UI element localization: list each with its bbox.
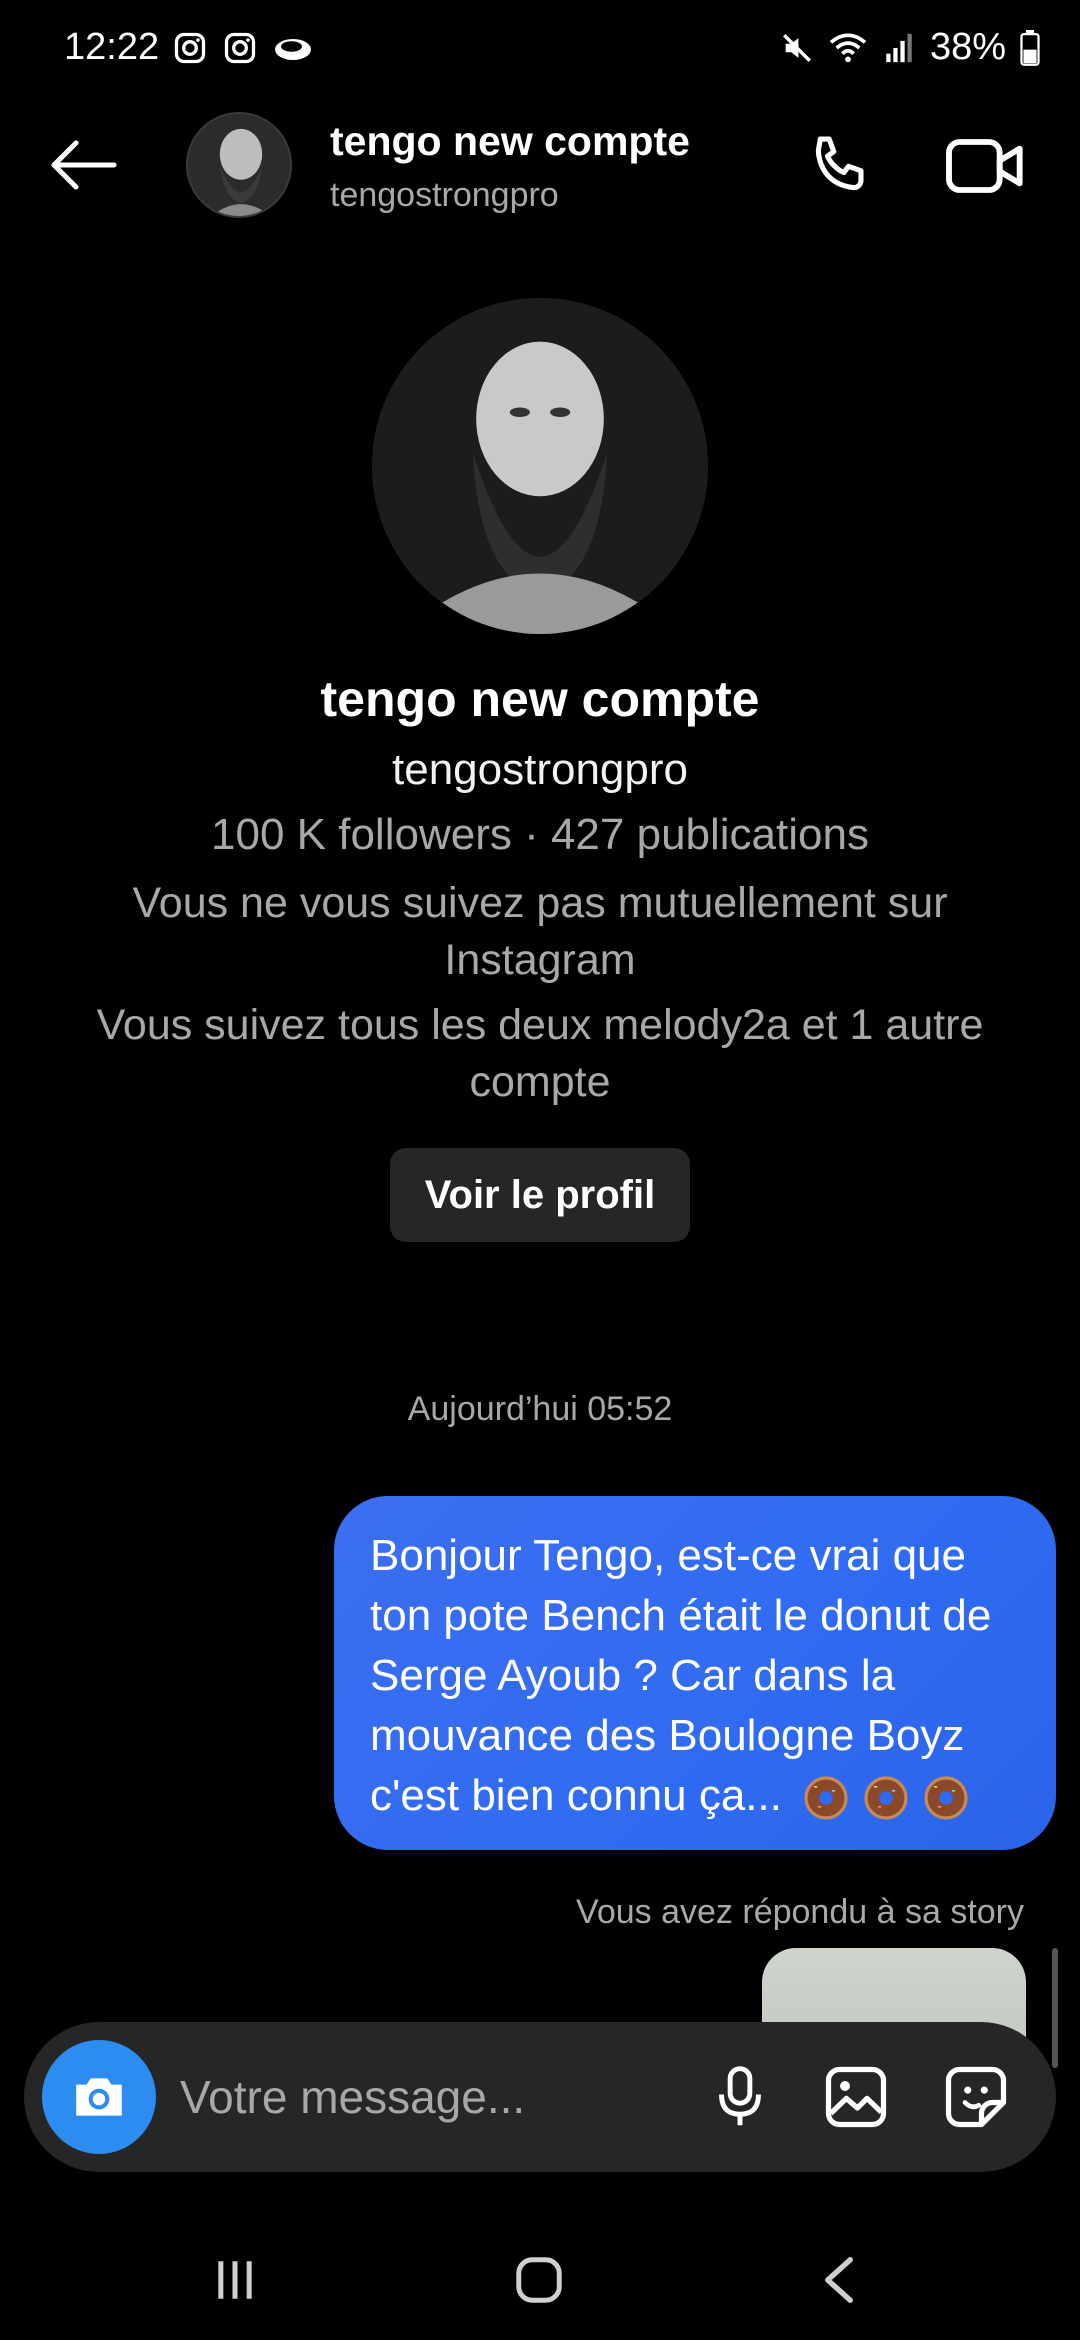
sticker-icon [945, 2066, 1007, 2128]
wifi-icon [829, 32, 867, 62]
sticker-button[interactable] [936, 2057, 1016, 2137]
message-bubble[interactable]: Bonjour Tengo, est-ce vrai que ton pote … [334, 1496, 1056, 1850]
video-call-button[interactable] [940, 126, 1030, 206]
view-profile-button[interactable]: Voir le profil [390, 1148, 690, 1242]
common-follows-info: Vous suivez tous les deux melody2a et 1 … [96, 1001, 984, 1106]
header-username[interactable]: tengostrongpro [330, 176, 559, 215]
home-button[interactable] [494, 2240, 584, 2320]
profile-name: tengo new compte [320, 671, 760, 727]
cloud-icon [275, 39, 311, 60]
gallery-icon [825, 2066, 887, 2128]
message-composer [24, 2022, 1056, 2172]
voice-message-button[interactable] [700, 2057, 780, 2137]
chat-header: tengo new compte tengostrongpro [0, 100, 1080, 230]
system-icons: 38% [780, 26, 1040, 69]
signal-icon [886, 33, 912, 62]
instagram-icon [174, 32, 206, 64]
home-icon [516, 2257, 562, 2303]
donut-icon [864, 1776, 908, 1820]
profile-username: tengostrongpro [392, 745, 688, 794]
profile-avatar[interactable] [372, 298, 708, 634]
phone-icon [815, 136, 864, 191]
audio-call-button[interactable] [800, 126, 880, 206]
message-text: Bonjour Tengo, est-ce vrai que ton pote … [370, 1526, 1020, 1826]
camera-button[interactable] [42, 2040, 156, 2154]
recents-button[interactable] [190, 2240, 280, 2320]
status-bar: 12:22 38% [0, 0, 1080, 100]
message-timestamp: Aujourd’hui 05:52 [407, 1390, 673, 1428]
nav-back-button[interactable] [794, 2240, 884, 2320]
recents-icon [218, 2261, 252, 2299]
battery-icon [1020, 29, 1040, 66]
message-input[interactable] [180, 2062, 700, 2132]
story-reply-label: Vous avez répondu à sa story [576, 1893, 1024, 1931]
mute-icon [782, 33, 811, 62]
donut-emojis [802, 1774, 970, 1822]
mutual-follow-info: Vous ne vous suivez pas mutuellement sur… [132, 879, 948, 984]
back-arrow-icon [51, 140, 117, 190]
scroll-indicator [1052, 1948, 1058, 2068]
donut-icon [924, 1776, 968, 1820]
notification-icons [172, 30, 314, 66]
header-avatar[interactable] [186, 112, 292, 218]
gallery-button[interactable] [816, 2057, 896, 2137]
donut-icon [804, 1776, 848, 1820]
battery-percent: 38% [929, 26, 1006, 68]
profile-stats: 100 K followers · 427 publications [211, 810, 869, 859]
camera-icon [76, 2078, 122, 2116]
instagram-icon [224, 32, 256, 64]
header-name[interactable]: tengo new compte [330, 118, 690, 165]
video-camera-icon [946, 139, 1023, 193]
chevron-left-icon [825, 2257, 853, 2303]
back-button[interactable] [42, 130, 122, 200]
microphone-icon [719, 2066, 761, 2126]
status-time: 12:22 [64, 26, 160, 68]
system-nav-bar [0, 2220, 1080, 2340]
